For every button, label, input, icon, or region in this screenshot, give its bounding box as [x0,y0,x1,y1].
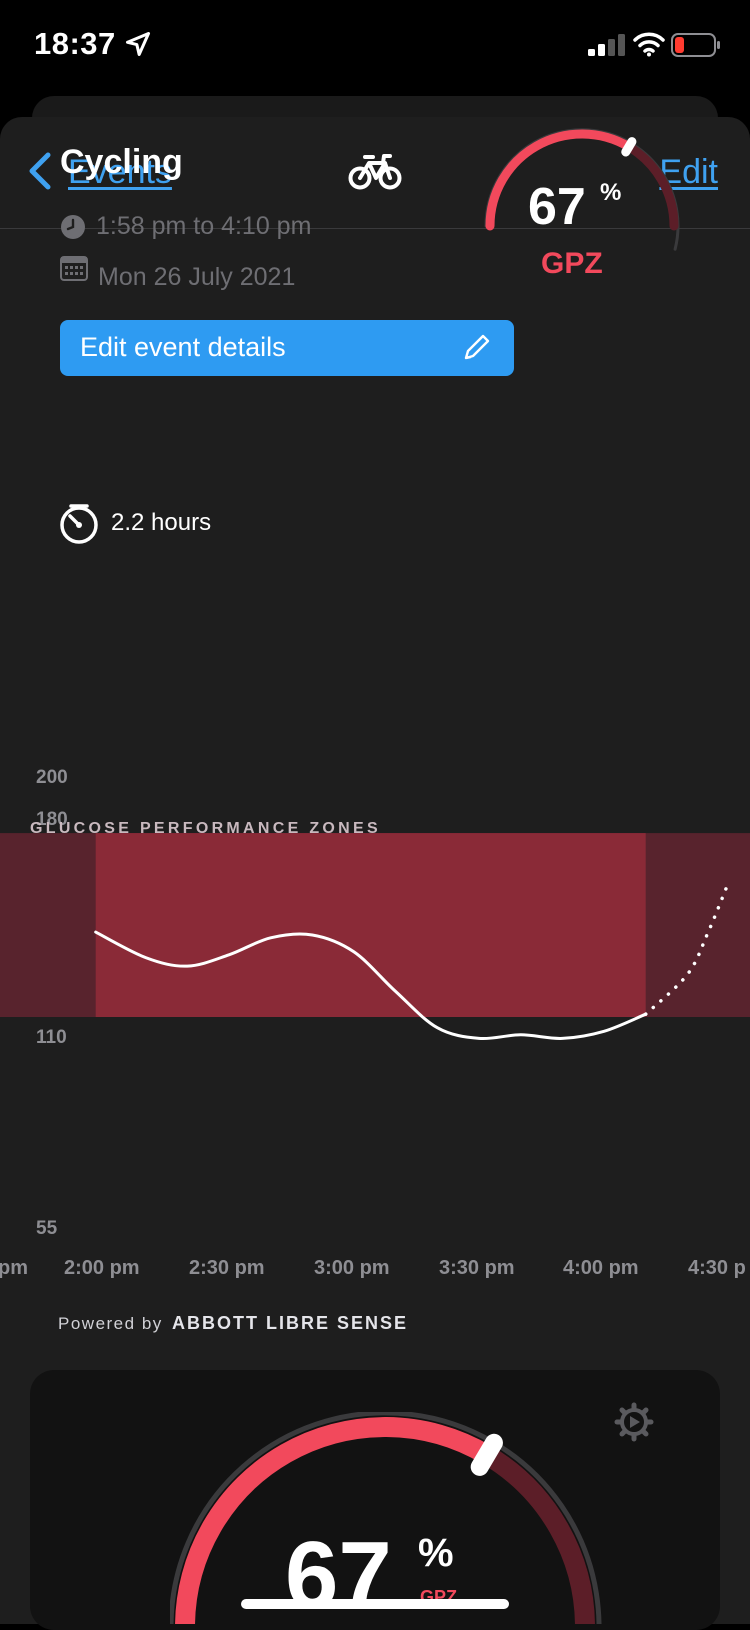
x-tick: 3:30 pm [439,1257,515,1279]
powered-by-label: Powered by [58,1314,163,1333]
gpz-unit: % [600,179,622,206]
event-date: Mon 26 July 2021 [98,263,296,291]
event-title: Cycling [60,143,183,181]
gpz-value: 67 [528,178,586,236]
home-indicator [241,1599,509,1609]
zones-title: GLUCOSE PERFORMANCE ZONES [30,820,381,837]
bicycle-icon [348,154,402,190]
y-tick-110: 110 [36,1027,67,1048]
location-arrow-icon [125,31,151,57]
gpz-label: GPZ [541,247,603,280]
gauge-knob [621,137,637,157]
x-tick: 4:00 pm [563,1257,639,1279]
cellular-signal-icon [588,34,625,56]
x-tick: 4:30 p [688,1257,746,1279]
calendar-icon [60,256,88,281]
event-duration: 2.2 hours [111,509,212,536]
edit-event-details-label: Edit event details [80,332,286,362]
gpz-large-value: 67 [285,1522,392,1629]
x-tick: 2:00 pm [64,1257,140,1279]
gpz-large-unit: % [418,1531,454,1575]
pencil-icon [464,334,490,360]
x-tick: 3:00 pm [314,1257,390,1279]
clock-icon [61,215,85,239]
stopwatch-icon [60,504,98,544]
sensor-brand: ABBOTT LIBRE SENSE [172,1313,409,1333]
zone-band-event [95,833,646,1017]
x-tick: 2:30 pm [189,1257,265,1279]
edit-event-details-button[interactable]: Edit event details [60,320,514,376]
status-time: 18:37 [34,26,116,61]
chevron-left-icon[interactable] [26,151,54,191]
y-tick-55: 55 [36,1218,58,1239]
glucose-chart [0,833,750,1041]
x-tick: pm [0,1257,28,1279]
event-time-range: 1:58 pm to 4:10 pm [96,212,312,240]
y-tick-200: 200 [36,767,68,788]
gauge-knob [470,1433,503,1476]
gear-icon[interactable] [614,1402,654,1442]
battery-low-icon [671,33,720,57]
status-bar: 18:37 [0,0,750,92]
wifi-icon [633,32,665,57]
